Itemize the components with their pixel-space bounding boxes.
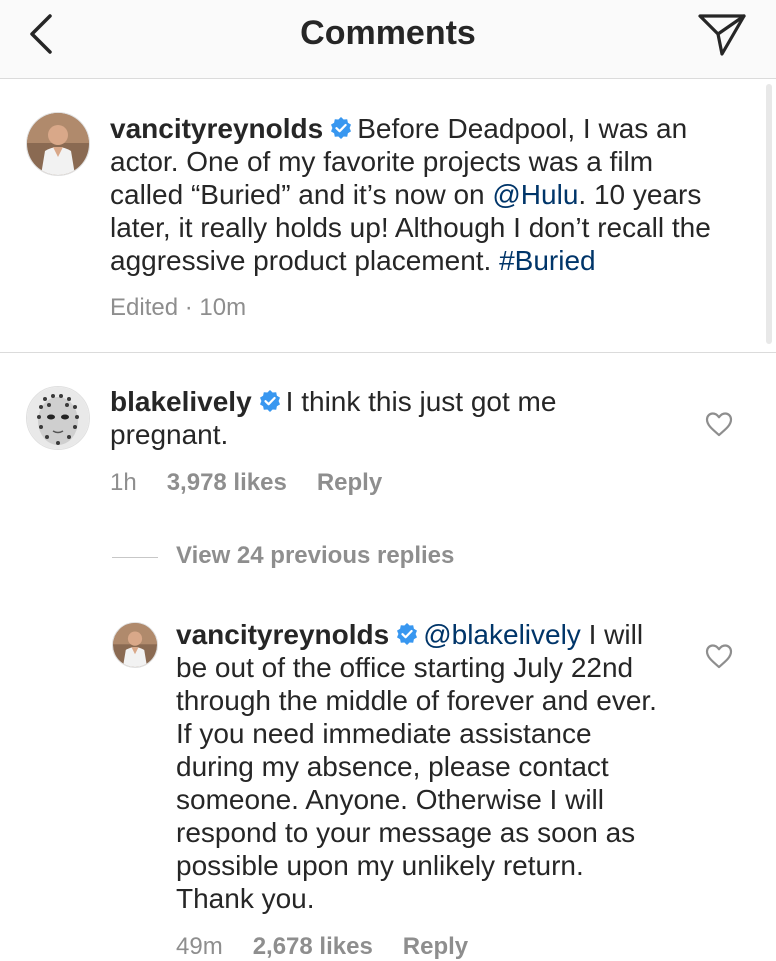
caption-username[interactable]: vancityreynolds bbox=[110, 113, 323, 144]
reply-username[interactable]: vancityreynolds bbox=[176, 619, 389, 650]
avatar[interactable] bbox=[26, 386, 90, 450]
likes-count[interactable]: 2,678 likes bbox=[253, 933, 373, 960]
verified-badge-icon bbox=[331, 117, 352, 139]
heart-icon[interactable] bbox=[704, 410, 734, 438]
paper-plane-icon[interactable] bbox=[696, 12, 748, 58]
hashtag-link[interactable]: #Buried bbox=[499, 245, 596, 276]
page-title: Comments bbox=[300, 14, 476, 52]
avatar[interactable] bbox=[112, 622, 158, 668]
avatar[interactable] bbox=[26, 112, 90, 176]
reply-body: I will be out of the office starting Jul… bbox=[176, 619, 657, 914]
comment-username[interactable]: blakelively bbox=[110, 386, 252, 417]
avatar-photo bbox=[113, 623, 157, 667]
caption-meta: Edited · 10m bbox=[110, 294, 247, 321]
reply-time: 49m bbox=[176, 933, 223, 960]
caption-text: vancityreynolds Before Deadpool, I was an… bbox=[110, 112, 730, 277]
verified-badge-icon bbox=[259, 390, 280, 412]
divider bbox=[0, 352, 776, 353]
verified-badge-icon bbox=[397, 623, 418, 645]
replies-divider-line bbox=[112, 557, 158, 558]
avatar-photo bbox=[27, 113, 89, 175]
likes-count[interactable]: 3,978 likes bbox=[167, 469, 287, 496]
comment-text: blakelively I think this just got me preg… bbox=[110, 385, 670, 451]
mention-link[interactable]: @Hulu bbox=[492, 179, 578, 210]
view-replies-label: View 24 previous replies bbox=[176, 542, 455, 569]
reply-button[interactable]: Reply bbox=[317, 469, 382, 496]
comment-meta: 1h 3,978 likes Reply bbox=[110, 469, 412, 497]
reply-button[interactable]: Reply bbox=[403, 933, 468, 960]
reply-text: vancityreynolds @blakelively I will be ou… bbox=[176, 618, 666, 915]
header-bar: Comments bbox=[0, 0, 776, 79]
heart-icon[interactable] bbox=[704, 642, 734, 670]
mention-link[interactable]: @blakelively bbox=[423, 619, 581, 650]
comment-time: 1h bbox=[110, 469, 137, 496]
reply-meta: 49m 2,678 likes Reply bbox=[176, 933, 498, 961]
scrollbar[interactable] bbox=[766, 84, 772, 344]
avatar-photo bbox=[27, 387, 89, 449]
